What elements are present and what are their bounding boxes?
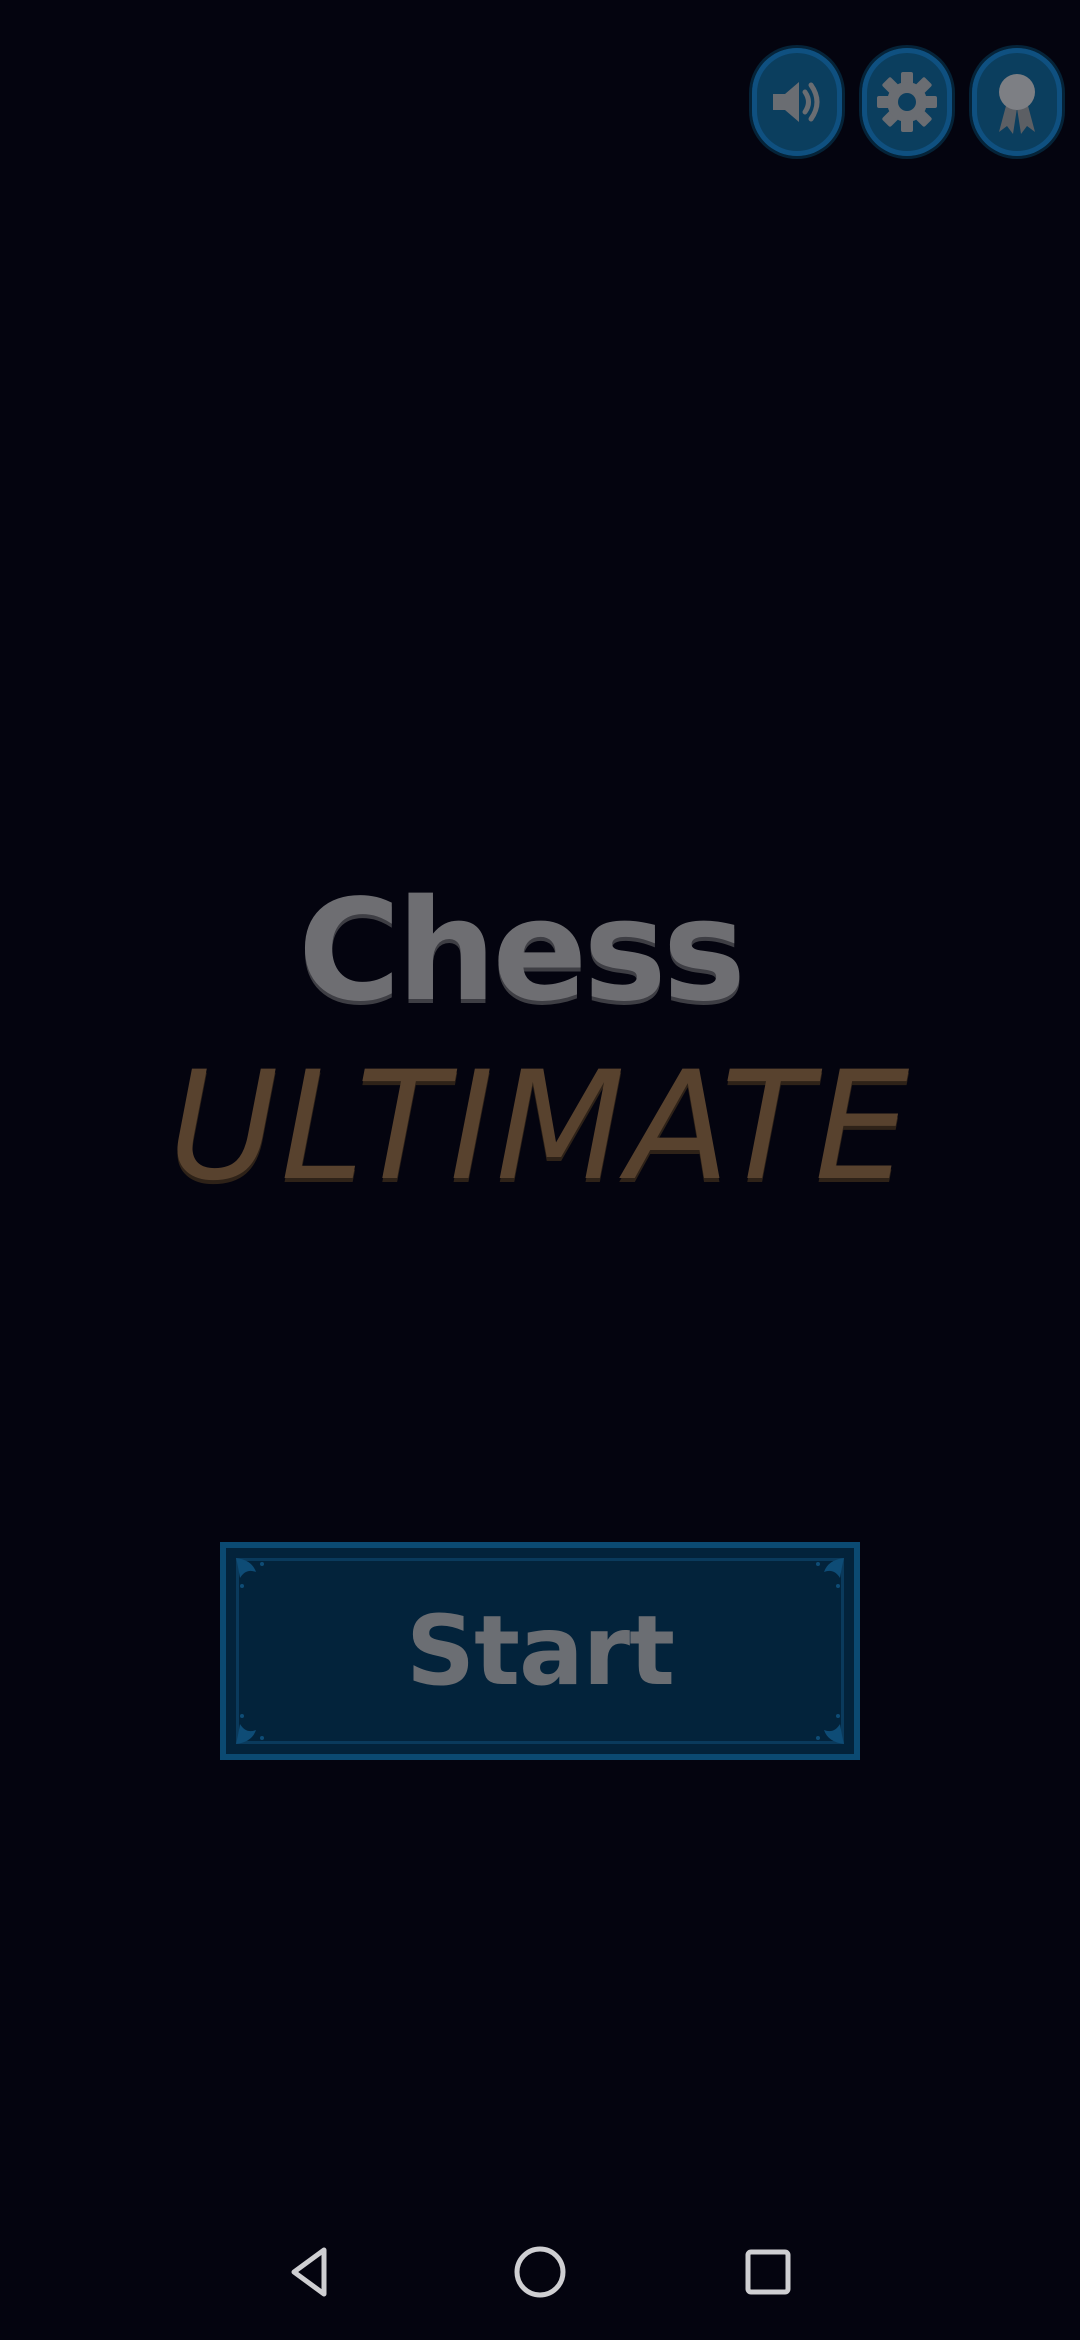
back-triangle-icon: [291, 2247, 327, 2297]
home-circle-icon: [514, 2246, 566, 2298]
corner-ornament: [236, 1558, 264, 1588]
nav-home-button[interactable]: [500, 2232, 580, 2312]
nav-back-button[interactable]: [270, 2232, 350, 2312]
main-menu-screen: Chess ULTIMATE Start: [0, 0, 1080, 2340]
title-ultimate: ULTIMATE: [168, 1040, 912, 1214]
settings-button[interactable]: [862, 48, 952, 156]
start-button-label: Start: [405, 1595, 675, 1707]
top-toolbar: [752, 48, 1062, 156]
corner-ornament: [816, 1714, 844, 1744]
system-navigation-bar: [0, 2210, 1080, 2340]
gear-icon: [877, 72, 937, 132]
start-button[interactable]: Start: [220, 1542, 860, 1760]
corner-ornament: [236, 1714, 264, 1744]
achievements-button[interactable]: [972, 48, 1062, 156]
corner-ornament: [816, 1558, 844, 1588]
award-ribbon-icon: [999, 74, 1035, 134]
speaker-icon: [773, 82, 820, 122]
title-chess: Chess: [297, 870, 746, 1033]
sound-toggle-button[interactable]: [752, 48, 842, 156]
nav-recents-button[interactable]: [728, 2232, 808, 2312]
recents-square-icon: [745, 2249, 791, 2295]
